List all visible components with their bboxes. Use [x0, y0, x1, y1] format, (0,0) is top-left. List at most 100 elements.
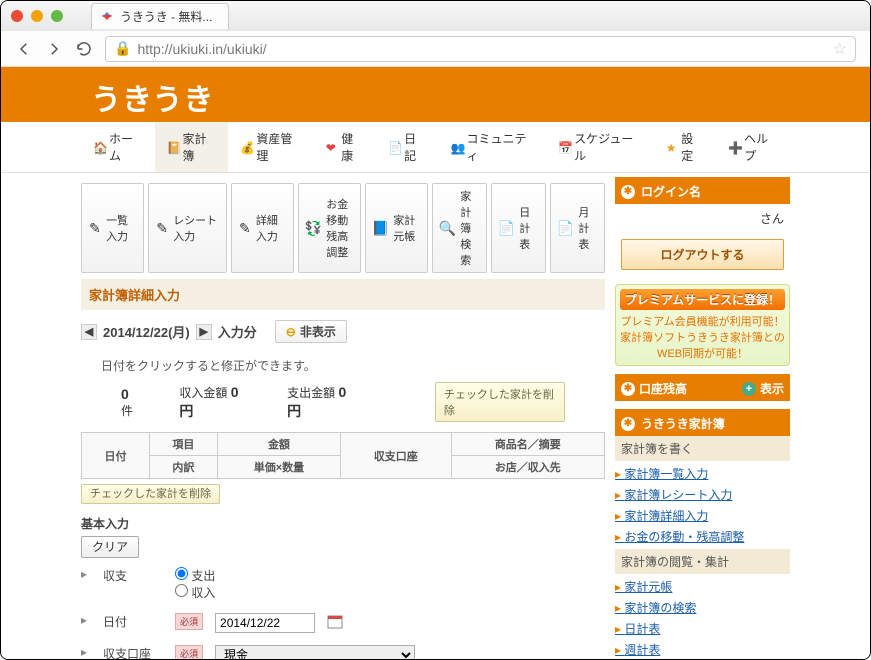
account-row: ▸ 収支口座 必須 現金	[81, 639, 605, 660]
date-prev-button[interactable]: ◀	[81, 324, 97, 340]
tool-search[interactable]: 🔍家計簿 検索	[432, 183, 487, 273]
tool-list-input-icon: ✎	[88, 218, 102, 238]
form-section-title: 基本入力	[81, 515, 605, 532]
nav-home[interactable]: 🏠ホーム	[81, 122, 155, 172]
date-next-button[interactable]: ▶	[196, 324, 212, 340]
date-suffix: 入力分	[218, 322, 257, 341]
side-link[interactable]: 家計元帳	[615, 576, 790, 597]
hide-toggle-button[interactable]: ⊖ 非表示	[275, 320, 347, 343]
nav-assets[interactable]: 💰資産管理	[228, 122, 313, 172]
col-account: 収支口座	[341, 433, 452, 479]
delete-checked-bottom-button[interactable]: チェックした家計を削除	[81, 484, 220, 504]
kakeibo-panel: ✱うきうき家計簿 家計簿を書く 家計簿一覧入力家計簿レシート入力家計簿詳細入力お…	[615, 409, 790, 660]
col-shop: お店／収入先	[451, 456, 604, 479]
nav-health[interactable]: ❤健康	[314, 122, 376, 172]
browser-tab[interactable]: うきうき - 無料...	[91, 3, 229, 29]
nav-help[interactable]: ➕ヘルプ	[716, 122, 790, 172]
nav-health-icon: ❤	[326, 141, 337, 153]
col-item: 項目	[149, 433, 217, 456]
tool-monthly[interactable]: 📄月計表	[550, 183, 605, 273]
side-link[interactable]: 家計簿レシート入力	[615, 484, 790, 505]
side-link[interactable]: 週計表	[615, 639, 790, 660]
login-panel: ✱ログイン名 さん ログアウトする	[615, 177, 790, 276]
view-heading: 家計簿の閲覧・集計	[615, 549, 790, 574]
tool-list-input[interactable]: ✎一覧入力	[81, 183, 144, 273]
browser-window: うきうき - 無料... 🔒 http://ukiuki.in/ukiuki/ …	[0, 0, 871, 660]
nav-assets-icon: 💰	[240, 141, 252, 153]
date-input[interactable]	[215, 613, 315, 633]
entries-table: 日付 項目 金額 収支口座 商品名／摘要 内訳 単価×数量 お店／収入先	[81, 432, 605, 479]
gear-icon: ✱	[621, 185, 635, 199]
income-radio[interactable]: 収入	[175, 586, 215, 600]
tool-daily[interactable]: 📄日計表	[491, 183, 546, 273]
calendar-icon[interactable]	[327, 613, 343, 629]
tab-title: うきうき - 無料...	[120, 8, 212, 25]
window-zoom-button[interactable]	[51, 10, 63, 22]
tool-detail-input[interactable]: ✎詳細入力	[231, 183, 294, 273]
lock-icon: 🔒	[114, 40, 131, 57]
tool-receipt-input-icon: ✎	[155, 218, 169, 238]
tool-ledger[interactable]: 📘家計元帳	[365, 183, 428, 273]
side-link[interactable]: 家計簿一覧入力	[615, 463, 790, 484]
required-badge: 必須	[175, 645, 203, 660]
nav-community[interactable]: 👥コミュニティ	[438, 122, 546, 172]
side-link[interactable]: 家計簿詳細入力	[615, 505, 790, 526]
bookmark-star-icon[interactable]: ☆	[833, 39, 847, 59]
balance-title: 口座残高	[639, 380, 687, 397]
address-field[interactable]: 🔒 http://ukiuki.in/ukiuki/ ☆	[105, 36, 856, 62]
tool-receipt-input[interactable]: ✎レシート入力	[148, 183, 227, 273]
balance-panel: ✱ 口座残高 + 表示	[615, 374, 790, 401]
kakeibo-toolbar: ✎一覧入力✎レシート入力✎詳細入力💱お金移動 残高調整📘家計元帳🔍家計簿 検索📄…	[81, 183, 605, 273]
tool-detail-input-icon: ✎	[238, 218, 252, 238]
user-suffix: さん	[760, 212, 784, 226]
nav-home-icon: 🏠	[93, 141, 105, 153]
tool-money-move[interactable]: 💱お金移動 残高調整	[298, 183, 361, 273]
reload-icon[interactable]	[75, 40, 93, 58]
col-product: 商品名／摘要	[451, 433, 604, 456]
page-title: 家計簿詳細入力	[81, 279, 605, 310]
side-link[interactable]: お金の移動・残高調整	[615, 526, 790, 547]
nav-community-icon: 👥	[450, 141, 462, 153]
tool-search-icon: 🔍	[439, 218, 456, 238]
site-header: うきうき	[1, 67, 870, 122]
side-link[interactable]: 日計表	[615, 618, 790, 639]
side-link[interactable]: 家計簿の検索	[615, 597, 790, 618]
kakeibo-title: うきうき家計簿	[641, 415, 725, 432]
tool-daily-icon: 📄	[498, 218, 515, 238]
window-close-button[interactable]	[11, 10, 23, 22]
url-text: http://ukiuki.in/ukiuki/	[137, 41, 266, 57]
nav-settings[interactable]: ★設定	[654, 122, 716, 172]
edit-hint: 日付をクリックすると修正ができます。	[81, 353, 605, 378]
date-input-row: ▸ 日付 必須	[81, 607, 605, 639]
nav-help-icon: ➕	[728, 141, 740, 153]
entry-count: 0	[121, 386, 129, 402]
expand-icon[interactable]: +	[742, 382, 756, 396]
selected-date: 2014/12/22(月)	[103, 322, 190, 341]
window-minimize-button[interactable]	[31, 10, 43, 22]
nav-kakeibo-icon: 📔	[167, 141, 179, 153]
nav-diary[interactable]: 📄日記	[376, 122, 438, 172]
logout-button[interactable]: ログアウトする	[621, 239, 784, 270]
expense-radio[interactable]: 支出	[175, 569, 215, 583]
premium-banner[interactable]: プレミアムサービスに登録！ プレミアム会員機能が利用可能！ 家計簿ソフトうきうき…	[615, 284, 790, 366]
required-badge: 必須	[175, 613, 203, 630]
account-select[interactable]: 現金	[215, 645, 415, 660]
back-icon[interactable]	[15, 40, 33, 58]
col-unit: 単価×数量	[217, 456, 340, 479]
col-amount: 金額	[217, 433, 340, 456]
tool-ledger-icon: 📘	[372, 218, 389, 238]
nav-diary-icon: 📄	[388, 141, 400, 153]
date-selector-row: ◀ 2014/12/22(月) ▶ 入力分 ⊖ 非表示	[81, 310, 605, 353]
page-viewport: うきうき 🏠ホーム📔家計簿💰資産管理❤健康📄日記👥コミュニティ📅スケジュール★設…	[1, 67, 870, 660]
delete-checked-top-button[interactable]: チェックした家計を削除	[435, 382, 565, 422]
nav-schedule[interactable]: 📅スケジュール	[546, 122, 654, 172]
col-date: 日付	[82, 433, 150, 479]
site-logo[interactable]: うきうき	[91, 75, 870, 119]
clear-button[interactable]: クリア	[81, 536, 139, 558]
summary-row: 0件 収入金額 0円 支出金額 0円 チェックした家計を削除	[81, 378, 605, 426]
balance-type-row: ▸ 収支 支出 収入	[81, 561, 605, 607]
nav-kakeibo[interactable]: 📔家計簿	[155, 122, 229, 172]
main-nav: 🏠ホーム📔家計簿💰資産管理❤健康📄日記👥コミュニティ📅スケジュール★設定➕ヘルプ	[1, 122, 870, 173]
forward-icon[interactable]	[45, 40, 63, 58]
nav-settings-icon: ★	[666, 141, 677, 153]
